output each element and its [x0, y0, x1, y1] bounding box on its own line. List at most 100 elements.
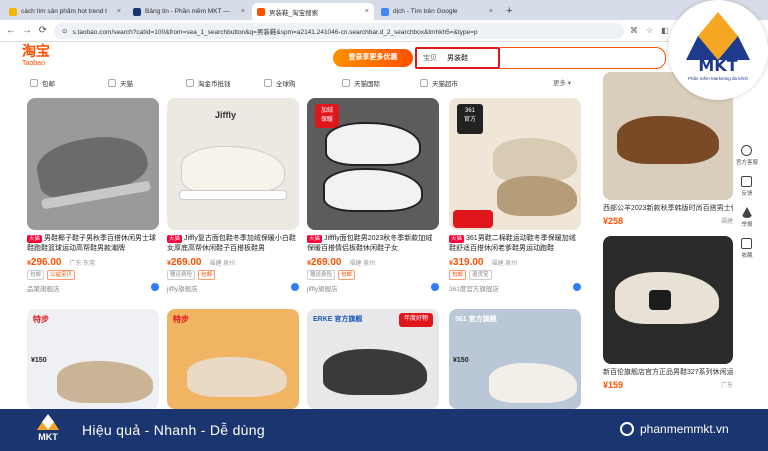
checkbox[interactable]	[420, 79, 428, 87]
product-image[interactable]: 加绒 保暖	[307, 98, 439, 230]
filter-label: 天猫超市	[432, 81, 458, 88]
search-category[interactable]: 宝贝	[423, 53, 437, 63]
product-card[interactable]: 新百伦旗舰店官方正品男鞋327系列休闲运动鞋 ¥159广东	[603, 236, 733, 390]
checkbox[interactable]	[342, 79, 350, 87]
product-card[interactable]: Jiffly 天猫 Jiffly复古面包鞋冬季加绒保暖小白鞋女厚底高帮休闲鞋子百搭…	[167, 98, 299, 293]
checkbox[interactable]	[108, 79, 116, 87]
shoe-image	[57, 361, 153, 403]
report-button[interactable]: 举报	[741, 207, 753, 228]
more-filters-button[interactable]: 更多 ▾	[553, 77, 571, 87]
tab-label: cách tìm sản phẩm hot trend t	[21, 8, 107, 15]
product-price: ¥159 广东	[603, 380, 733, 390]
product-card[interactable]: 天猫 男鞋椰子鞋子男秋季百搭休闲男士球鞋跑鞋篮球运动高帮鞋男款潮牌 ¥296.00…	[27, 98, 159, 293]
shop-icon	[573, 283, 581, 291]
shoe-image	[181, 146, 285, 194]
browser-tab[interactable]: cách tìm sản phẩm hot trend t ×	[4, 3, 126, 20]
feedback-button[interactable]: 反馈	[741, 176, 753, 197]
brand-logo: 特步	[173, 315, 189, 324]
mkt-footer-text: MKT	[38, 432, 58, 442]
product-image[interactable]	[27, 98, 159, 230]
filter-coins[interactable]: 淘金币抵钱	[186, 78, 264, 88]
product-title[interactable]: 天猫 Jiffly复古面包鞋冬季加绒保暖小白鞋女厚底高帮休闲鞋子百搭板鞋男	[167, 234, 299, 254]
product-title[interactable]: 新百伦旗舰店官方正品男鞋327系列休闲运动鞋	[603, 367, 733, 377]
headset-icon	[741, 145, 753, 156]
product-card[interactable]: 特步	[167, 309, 299, 409]
close-icon[interactable]: ×	[489, 8, 493, 15]
filter-tmall-intl[interactable]: 天猫国际	[342, 78, 420, 88]
product-title-text: 361男鞋二棉鞋运动鞋冬季保暖加绒鞋舒适百搭休闲老爹鞋男运动跑鞋	[449, 235, 576, 252]
favorites-button[interactable]: 收藏	[741, 238, 753, 259]
filter-label: 天猫	[120, 81, 133, 88]
checkbox[interactable]	[30, 79, 38, 87]
shop-row[interactable]: jiffly旗舰店	[167, 283, 299, 293]
address-bar[interactable]: ⊙ s.taobao.com/search?catId=100&from=sea…	[54, 22, 624, 39]
shoe-image	[497, 176, 577, 216]
tmall-tag: 天猫	[449, 235, 465, 243]
checkbox[interactable]	[186, 79, 194, 87]
product-price: ¥296.00 广东 东莞	[27, 257, 96, 268]
shoe-image	[187, 357, 287, 397]
product-card[interactable]: 特步 ¥150	[27, 309, 159, 409]
filter-baoyou[interactable]: 包邮	[30, 78, 108, 88]
product-title[interactable]: 西部公羊2023新款秋季韩版时尚百搭男士休闲鞋	[603, 203, 733, 213]
shop-name[interactable]: jiffly旗舰店	[307, 283, 338, 293]
tmall-tag: 天猫	[167, 235, 183, 243]
product-card[interactable]: 361 官方旗舰 ¥150	[449, 309, 581, 409]
browser-tab-strip: cách tìm sản phẩm hot trend t × Bảng tin …	[0, 0, 768, 20]
product-card[interactable]: 加绒 保暖 天猫 Jifffly面包鞋男2023秋冬季新款加绒保暖百搭情侣板鞋休闲鞋…	[307, 98, 439, 293]
tmall-tag: 天猫	[307, 235, 323, 243]
tab-label: 男装鞋_淘宝搜索	[269, 9, 319, 17]
filter-global[interactable]: 全球购	[264, 78, 342, 88]
product-image[interactable]: 361 官方旗舰 ¥150	[449, 309, 581, 409]
product-title[interactable]: 天猫 男鞋椰子鞋子男秋季百搭休闲男士球鞋跑鞋篮球运动高帮鞋男款潮牌	[27, 234, 159, 254]
reload-icon[interactable]: ⟳	[38, 25, 48, 36]
shop-row[interactable]: 361度官方旗舰店	[449, 283, 581, 293]
tab-favicon-icon	[9, 7, 17, 16]
checkbox[interactable]	[264, 79, 272, 87]
new-tab-icon[interactable]: +	[500, 3, 518, 20]
sidebar-label: 收藏	[741, 253, 753, 259]
product-price: ¥269.00 福建 泉州	[307, 257, 376, 268]
shop-name[interactable]: jiffly旗舰店	[167, 283, 198, 293]
shop-row[interactable]: jiffly旗舰店	[307, 283, 439, 293]
product-image[interactable]: 361 官方	[449, 98, 581, 230]
filter-tmall[interactable]: 天猫	[108, 78, 186, 88]
search-input[interactable]: 宝贝 男装鞋	[415, 47, 500, 69]
translate-icon[interactable]: ⌘	[630, 26, 638, 35]
search-box-outline	[500, 47, 666, 69]
login-button[interactable]: 登录享更多优惠	[333, 49, 413, 67]
forward-icon[interactable]: →	[22, 25, 32, 36]
product-title[interactable]: 天猫 361男鞋二棉鞋运动鞋冬季保暖加绒鞋舒适百搭休闲老爹鞋男运动跑鞋	[449, 234, 581, 254]
product-image[interactable]: 特步	[167, 309, 299, 409]
shop-row[interactable]: 品聚旗舰店	[27, 283, 159, 293]
product-image[interactable]	[603, 236, 733, 364]
product-image[interactable]: Jiffly	[167, 98, 299, 230]
product-card[interactable]: ERKE 官方旗舰 年度好物	[307, 309, 439, 409]
browser-tab[interactable]: Bảng tin - Phần mềm MKT — ×	[128, 3, 250, 20]
shop-name[interactable]: 品聚旗舰店	[27, 283, 60, 293]
product-price: ¥319.00 福建 泉州	[449, 257, 518, 268]
close-icon[interactable]: ×	[365, 8, 369, 15]
site-header: 淘宝 Taobao 登录享更多优惠 宝贝 男装鞋	[0, 43, 768, 71]
product-image[interactable]: ERKE 官方旗舰 年度好物	[307, 309, 439, 409]
mkt-logo-subtext: Phần mềm Marketing đa kênh	[687, 76, 749, 81]
filter-tmall-market[interactable]: 天猫超市	[420, 78, 498, 88]
close-icon[interactable]: ×	[241, 8, 245, 15]
product-card[interactable]: 361 官方 天猫 361男鞋二棉鞋运动鞋冬季保暖加绒鞋舒适百搭休闲老爹鞋男运动跑鞋…	[449, 98, 581, 293]
product-title-text: 男鞋椰子鞋子男秋季百搭休闲男士球鞋跑鞋篮球运动高帮鞋男款潮牌	[27, 235, 157, 252]
right-recommendations: 西部公羊2023新款秋季韩版时尚百搭男士休闲鞋 ¥258福建 新百伦旗舰店官方正…	[603, 72, 733, 390]
price-value: 159	[608, 380, 624, 390]
back-icon[interactable]: ←	[6, 25, 16, 36]
site-info-icon[interactable]: ⊙	[62, 27, 67, 35]
taobao-logo[interactable]: 淘宝 Taobao	[22, 45, 50, 67]
browser-tab-active[interactable]: 男装鞋_淘宝搜索 ×	[252, 3, 374, 20]
product-title[interactable]: 天猫 Jifffly面包鞋男2023秋冬季新款加绒保暖百搭情侣板鞋休闲鞋子女	[307, 234, 439, 254]
shop-name[interactable]: 361度官方旗舰店	[449, 283, 499, 293]
banner-website[interactable]: phanmemmkt.vn	[620, 422, 729, 436]
bookmark-icon[interactable]: ☆	[646, 26, 653, 35]
customer-service-button[interactable]: 官方客服	[736, 145, 758, 166]
product-image[interactable]: 特步 ¥150	[27, 309, 159, 409]
browser-tab[interactable]: dịch - Tìm trên Google ×	[376, 3, 498, 20]
price-label: ¥150	[31, 357, 47, 364]
close-icon[interactable]: ×	[117, 8, 121, 15]
